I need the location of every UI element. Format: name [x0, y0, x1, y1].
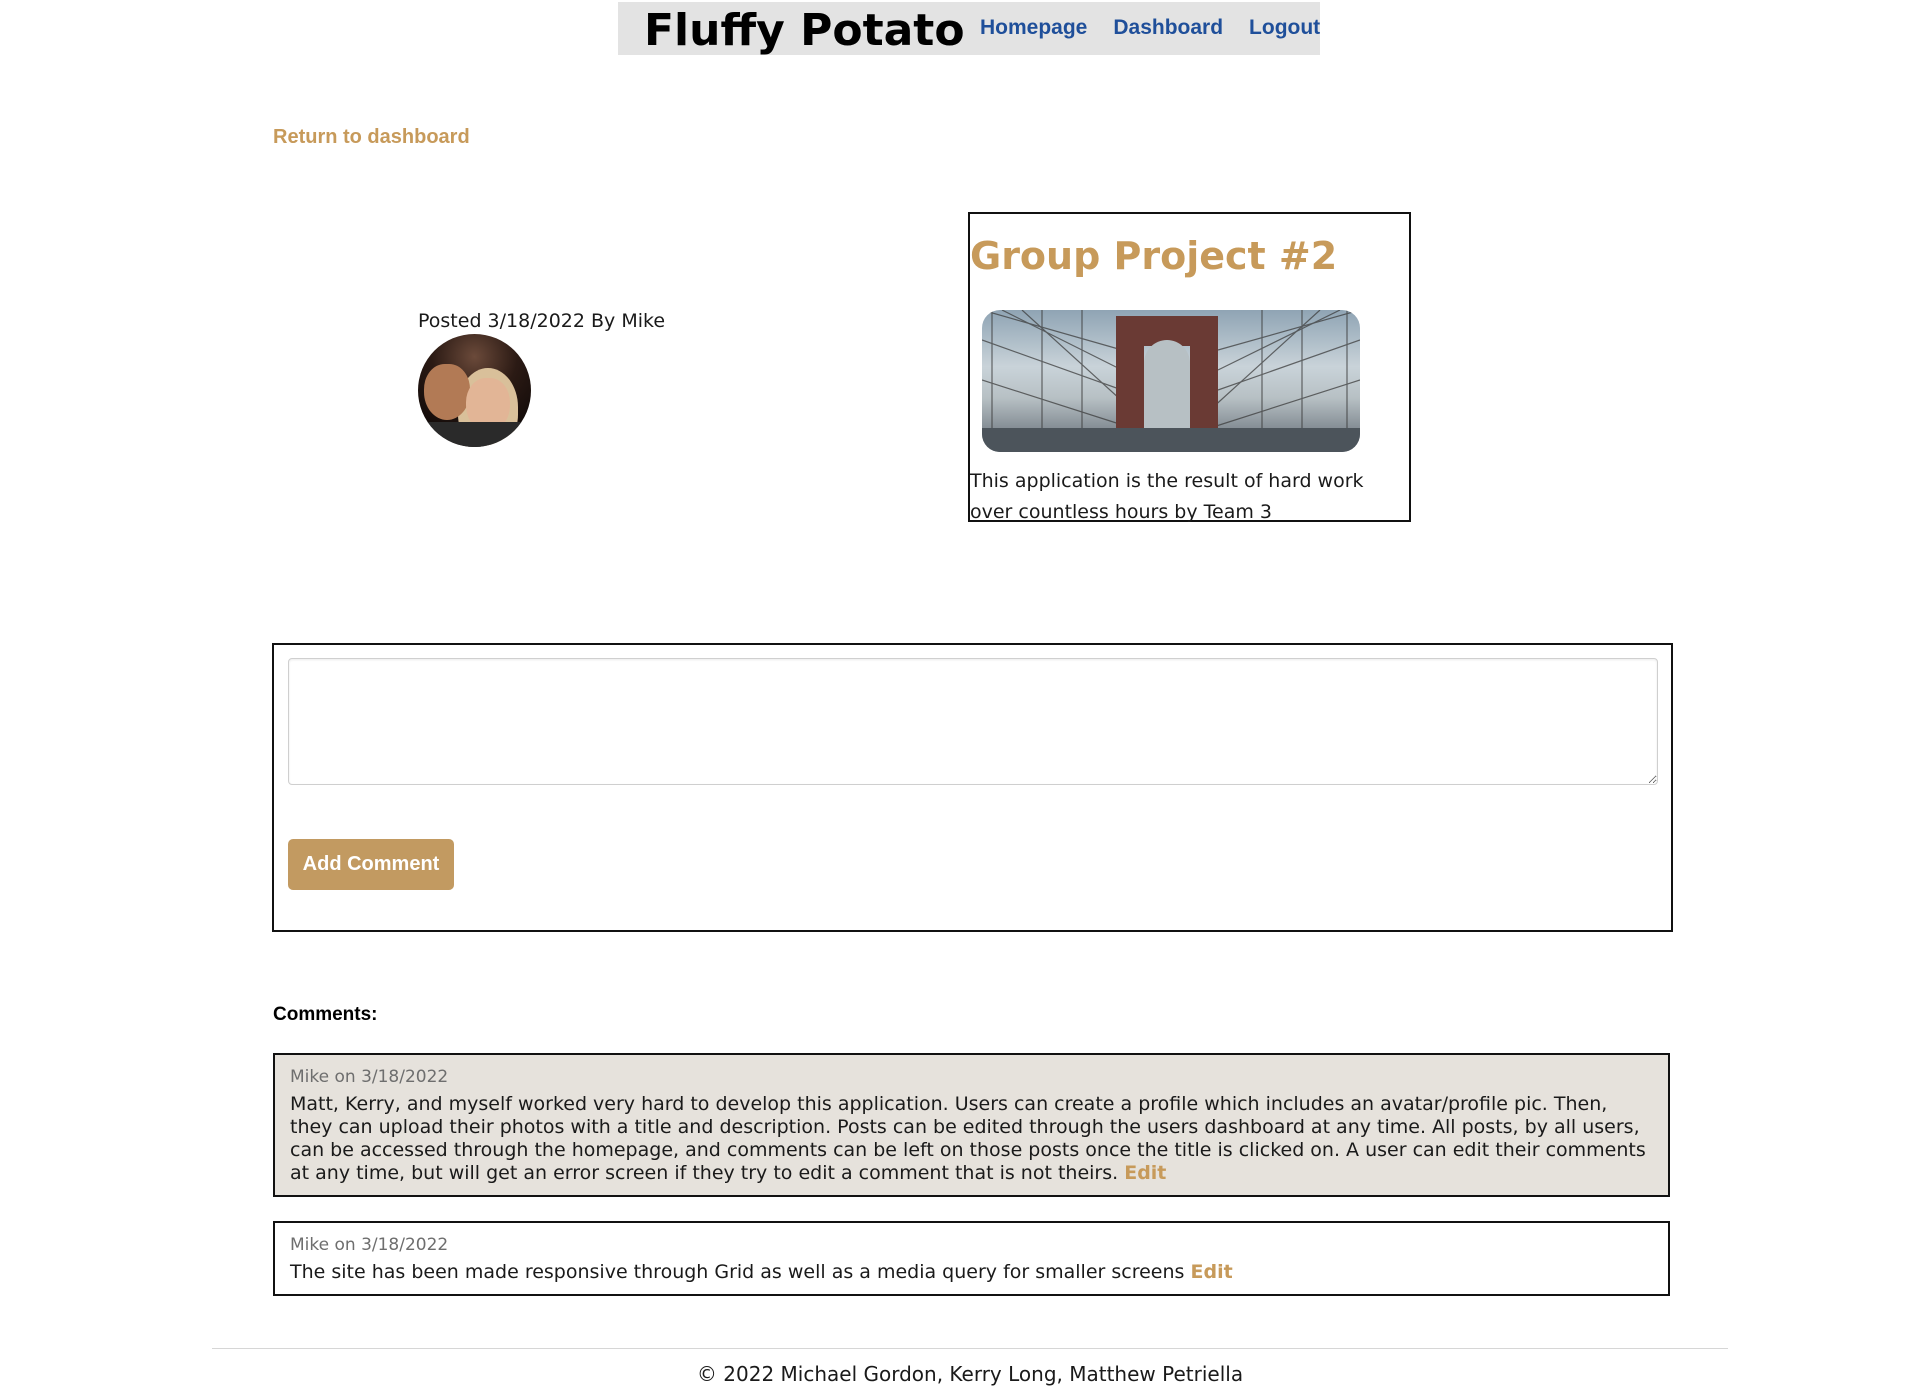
post-title: Group Project #2: [970, 234, 1338, 278]
comment-text: Matt, Kerry, and myself worked very hard…: [290, 1093, 1653, 1185]
comment-form: Add Comment: [272, 643, 1673, 932]
post-meta: Posted 3/18/2022 By Mike: [418, 310, 666, 332]
site-title: Fluffy Potato: [644, 5, 965, 56]
main-nav: Homepage Dashboard Logout: [980, 16, 1320, 40]
site-header: Fluffy Potato Homepage Dashboard Logout: [618, 2, 1320, 56]
post-card: Group Project #2 This application is the…: [968, 212, 1411, 523]
post-description: This application is the result of hard w…: [970, 470, 1364, 523]
comment-meta: Mike on 3/18/2022: [290, 1235, 449, 1255]
post-image-bridge: [982, 310, 1360, 452]
comment-textarea[interactable]: [288, 658, 1658, 785]
comment-text: The site has been made responsive throug…: [290, 1261, 1653, 1284]
edit-comment-link[interactable]: Edit: [1124, 1162, 1166, 1184]
comment-body: The site has been made responsive throug…: [290, 1261, 1185, 1283]
add-comment-button[interactable]: Add Comment: [288, 839, 454, 890]
avatar-figure-clothing: [418, 422, 531, 447]
comment-item: Mike on 3/18/2022 Matt, Kerry, and mysel…: [273, 1053, 1670, 1197]
edit-comment-link[interactable]: Edit: [1191, 1261, 1233, 1283]
nav-logout-link[interactable]: Logout: [1249, 16, 1320, 40]
author-avatar: [418, 334, 531, 447]
footer-copyright: © 2022 Michael Gordon, Kerry Long, Matth…: [696, 1362, 1244, 1386]
comment-meta: Mike on 3/18/2022: [290, 1067, 449, 1087]
avatar-figure-left: [424, 364, 470, 420]
footer-divider: [212, 1348, 1728, 1349]
return-to-dashboard-link[interactable]: Return to dashboard: [273, 126, 470, 149]
comments-heading: Comments:: [273, 1004, 378, 1025]
comment-body: Matt, Kerry, and myself worked very hard…: [290, 1093, 1646, 1184]
nav-homepage-link[interactable]: Homepage: [980, 16, 1087, 40]
bridge-deck: [982, 428, 1360, 452]
nav-dashboard-link[interactable]: Dashboard: [1113, 16, 1223, 40]
comment-item: Mike on 3/18/2022 The site has been made…: [273, 1221, 1670, 1296]
